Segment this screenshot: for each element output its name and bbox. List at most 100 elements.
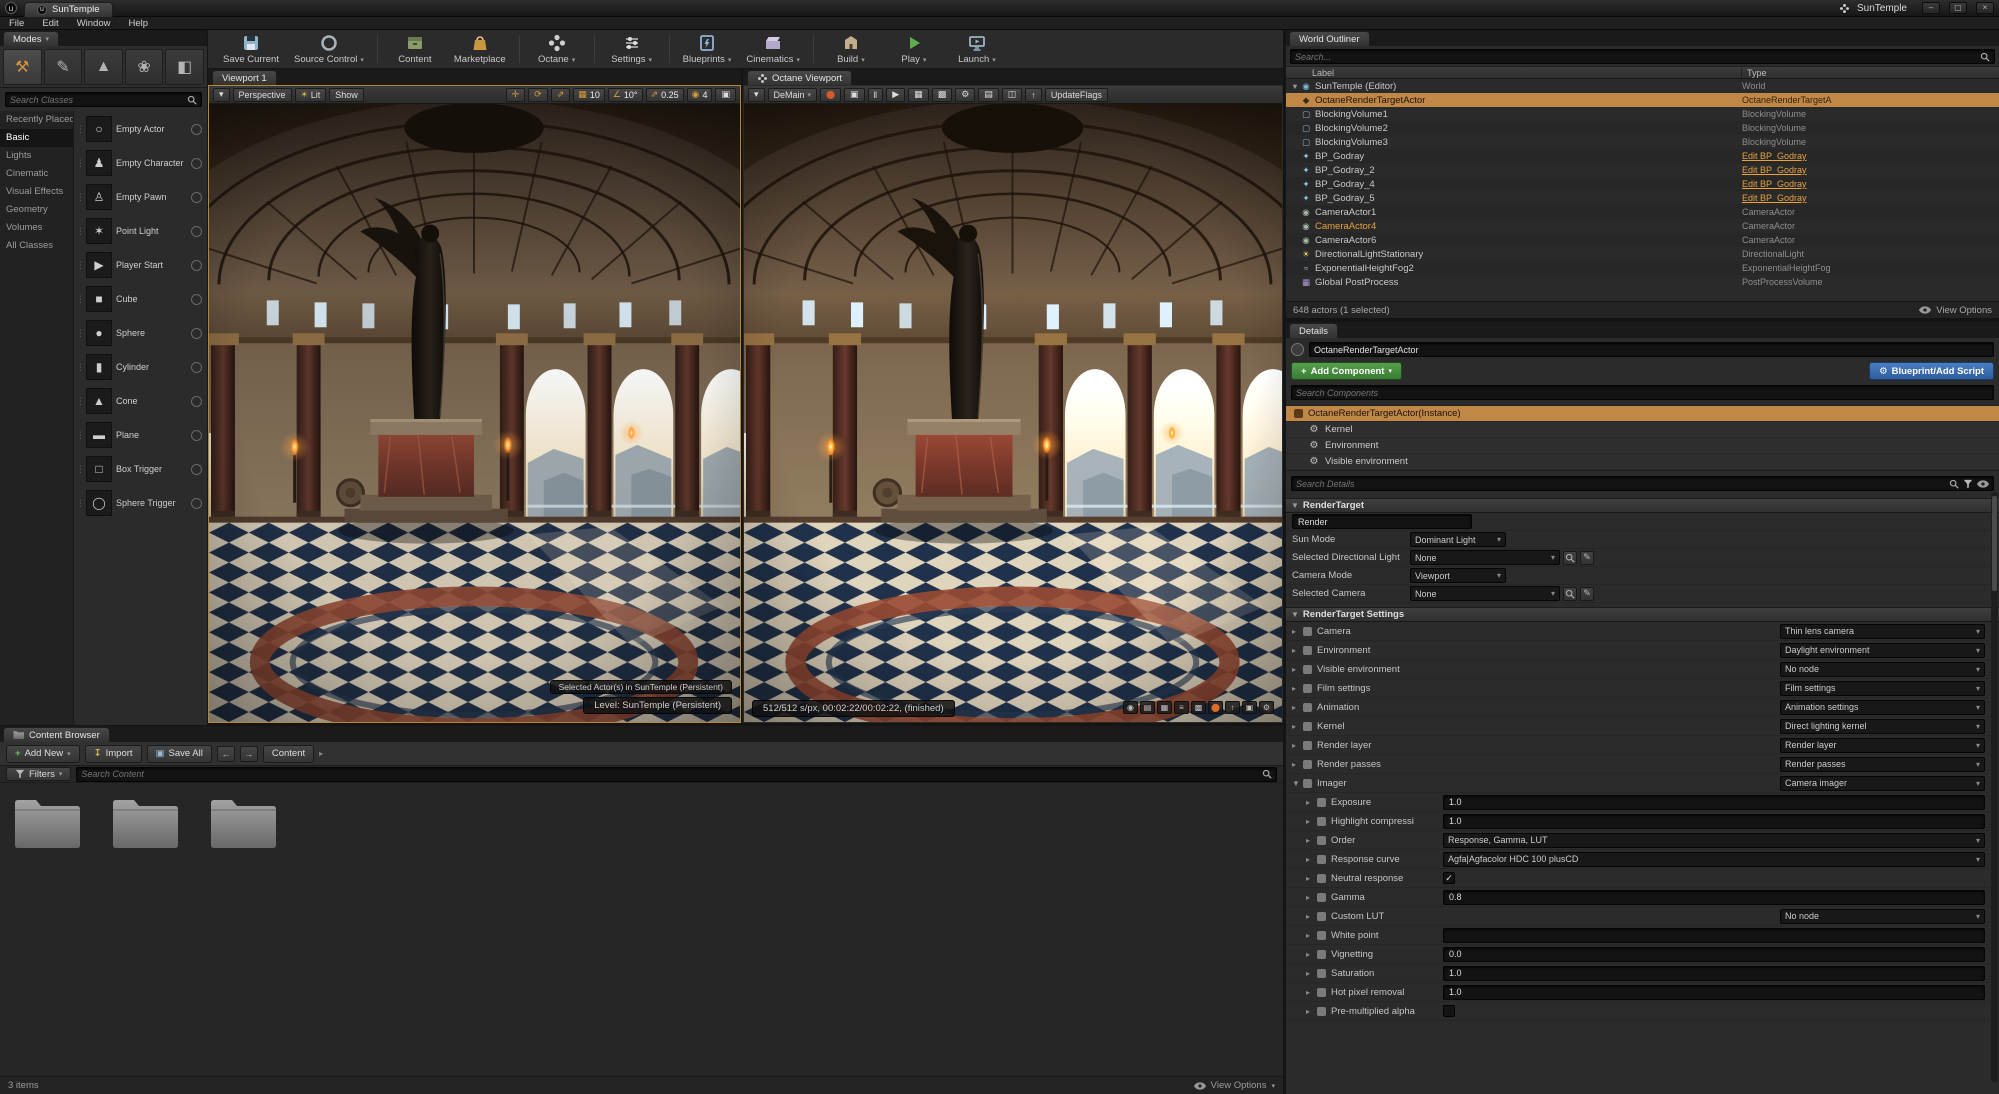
grid-toggle-button[interactable]: ▦ xyxy=(908,87,929,102)
paint-mode-button[interactable]: ✎ xyxy=(43,49,83,85)
expander-icon[interactable]: ▸ xyxy=(1292,703,1301,712)
viewport1-scene[interactable]: Selected Actor(s) in SunTemple (Persiste… xyxy=(209,104,740,722)
panel-icon[interactable]: ▤ xyxy=(1140,701,1155,714)
blueprint-add-script-button[interactable]: ⚙ Blueprint/Add Script xyxy=(1869,362,1994,380)
vignetting-field[interactable]: 0.0 xyxy=(1443,946,1985,962)
category-visual-effects[interactable]: Visual Effects xyxy=(0,183,73,201)
film-settings-node-select[interactable]: Film settings ▾ xyxy=(1780,680,1985,696)
use-selected-button[interactable]: ✎ xyxy=(1580,550,1594,565)
update-flags-button[interactable]: UpdateFlags xyxy=(1044,87,1108,102)
level-tab[interactable]: u SunTemple xyxy=(24,1,113,17)
launch-button[interactable]: Launch ▾ xyxy=(946,31,1008,67)
category-geometry[interactable]: Geometry xyxy=(0,201,73,219)
edit-blueprint-link[interactable]: Edit BP_Godray xyxy=(1742,193,1994,203)
search-components-box[interactable] xyxy=(1291,385,1994,400)
viewport-options-button[interactable]: ▾ xyxy=(213,87,230,102)
item-sphere[interactable]: ⋮ ● Sphere xyxy=(76,318,205,348)
search-classes-box[interactable] xyxy=(5,92,202,107)
play-button[interactable]: Play ▾ xyxy=(883,31,945,67)
folder-item[interactable] xyxy=(110,793,184,853)
outliner-row-cameraactor1[interactable]: ◉ CameraActor1 CameraActor xyxy=(1286,205,1999,219)
cinematics-button[interactable]: Cinematics ▾ xyxy=(739,31,807,67)
component-row-kernel[interactable]: ⚙ Kernel xyxy=(1286,422,1999,438)
asset-grid[interactable] xyxy=(0,783,1283,1076)
selected-camera-select[interactable]: None ▾ xyxy=(1410,586,1560,601)
upload-icon[interactable]: ↑ xyxy=(1225,701,1240,714)
expander-icon[interactable]: ▸ xyxy=(1292,665,1301,674)
record-button[interactable]: ⬤ xyxy=(820,87,842,102)
grid-icon[interactable]: ▦ xyxy=(1157,701,1172,714)
item-empty-pawn[interactable]: ⋮ ♙ Empty Pawn xyxy=(76,182,205,212)
outliner-search-input[interactable] xyxy=(1295,51,1976,62)
outliner-row-bp-godray-5[interactable]: ✦ BP_Godray_5 Edit BP_Godray xyxy=(1286,191,1999,205)
marketplace-button[interactable]: Marketplace xyxy=(447,31,513,67)
saturation-field[interactable]: 1.0 xyxy=(1443,965,1985,981)
tab-content-browser[interactable]: Content Browser xyxy=(3,727,110,742)
search-classes-input[interactable] xyxy=(10,94,183,105)
edit-blueprint-link[interactable]: Edit BP_Godray xyxy=(1742,151,1994,161)
camera-mode-select[interactable]: Viewport ▾ xyxy=(1410,568,1506,583)
chevron-down-icon[interactable]: ▾ xyxy=(46,35,50,43)
expander-icon[interactable]: ▸ xyxy=(1292,741,1301,750)
image-icon[interactable]: ▩ xyxy=(1191,701,1206,714)
funnel-icon[interactable] xyxy=(1963,479,1973,489)
edit-blueprint-link[interactable]: Edit BP_Godray xyxy=(1742,165,1994,175)
minimize-button[interactable]: – xyxy=(1922,2,1940,14)
maximize-viewport-button[interactable]: ▣ xyxy=(715,87,736,102)
tab-world-outliner[interactable]: World Outliner xyxy=(1289,31,1370,46)
actor-name-input[interactable] xyxy=(1314,344,1989,355)
color-ball-icon[interactable]: ⬤ xyxy=(1208,701,1223,714)
column-type[interactable]: Type xyxy=(1741,67,1999,78)
search-content-box[interactable] xyxy=(76,766,1277,782)
settings-button[interactable]: Settings ▾ xyxy=(601,31,663,67)
menu-edit[interactable]: Edit xyxy=(42,18,58,29)
white-point-field[interactable] xyxy=(1443,927,1985,943)
folder-item[interactable] xyxy=(12,793,86,853)
import-button[interactable]: ↧ Import xyxy=(84,744,142,763)
expander-icon[interactable]: ▸ xyxy=(1292,760,1301,769)
restart-render-button[interactable]: ▶ xyxy=(886,87,906,102)
add-new-button[interactable]: + Add New ▾ xyxy=(6,744,80,763)
environment-node-select[interactable]: Daylight environment ▾ xyxy=(1780,642,1985,658)
lit-button[interactable]: ☀ Lit xyxy=(294,87,327,102)
actor-name-box[interactable] xyxy=(1309,342,1994,357)
snapshot-icon[interactable]: ▣ xyxy=(1242,701,1257,714)
search-details-input[interactable] xyxy=(1296,478,1945,489)
category-all-classes[interactable]: All Classes xyxy=(0,237,73,255)
sun-mode-select[interactable]: Dominant Light ▾ xyxy=(1410,532,1506,547)
render-passes-node-select[interactable]: Render passes ▾ xyxy=(1780,756,1985,772)
expander-icon[interactable]: ▸ xyxy=(1292,722,1301,731)
item-cube[interactable]: ⋮ ■ Cube xyxy=(76,284,205,314)
imager-node-select[interactable]: Camera imager ▾ xyxy=(1780,775,1985,791)
expander-icon[interactable]: ▸ xyxy=(1292,646,1301,655)
panel-toggle-button[interactable]: ▤ xyxy=(978,87,999,102)
demain-select[interactable]: DeMain ▾ xyxy=(767,87,818,102)
tab-viewport-1[interactable]: Viewport 1 xyxy=(212,70,277,85)
gamma-field[interactable]: 0.8 xyxy=(1443,889,1985,905)
octane-scene[interactable]: 512/512 s/px, 00:02:22/00:02:22, (finish… xyxy=(744,104,1282,722)
item-cylinder[interactable]: ⋮ ▮ Cylinder xyxy=(76,352,205,382)
save-current-button[interactable]: Save Current xyxy=(216,31,286,67)
item-sphere-trigger[interactable]: ⋮ ◯ Sphere Trigger xyxy=(76,488,205,518)
item-empty-actor[interactable]: ⋮ ○ Empty Actor xyxy=(76,114,205,144)
outliner-row-bp-godray-2[interactable]: ✦ BP_Godray_2 Edit BP_Godray xyxy=(1286,163,1999,177)
rendertarget-section-header[interactable]: ▼ RenderTarget xyxy=(1286,498,1999,513)
search-details-box[interactable] xyxy=(1291,476,1994,491)
outliner-search-box[interactable] xyxy=(1290,49,1995,64)
rendertarget-settings-header[interactable]: ▼ RenderTarget Settings xyxy=(1286,607,1999,622)
animation-node-select[interactable]: Animation settings ▾ xyxy=(1780,699,1985,715)
gear-icon[interactable]: ⚙ xyxy=(1259,701,1274,714)
folder-item[interactable] xyxy=(208,793,282,853)
play-icon[interactable]: ◉ xyxy=(1123,701,1138,714)
custom-lut-select[interactable]: No node ▾ xyxy=(1780,908,1985,924)
octane-button[interactable]: Octane ▾ xyxy=(526,31,588,67)
item-empty-character[interactable]: ⋮ ♟ Empty Character xyxy=(76,148,205,178)
selected-directional-light-select[interactable]: None ▾ xyxy=(1410,550,1560,565)
scale-tool-button[interactable]: ⇗ xyxy=(550,87,571,102)
highlight-compression-field[interactable]: 1.0 xyxy=(1443,813,1985,829)
category-cinematic[interactable]: Cinematic xyxy=(0,165,73,183)
geometry-mode-button[interactable]: ◧ xyxy=(165,49,204,85)
eye-icon[interactable] xyxy=(1977,478,1989,490)
scale-snap-control[interactable]: ⇗ 0.25 xyxy=(645,87,684,102)
image-view-button[interactable]: ▩ xyxy=(931,87,953,102)
